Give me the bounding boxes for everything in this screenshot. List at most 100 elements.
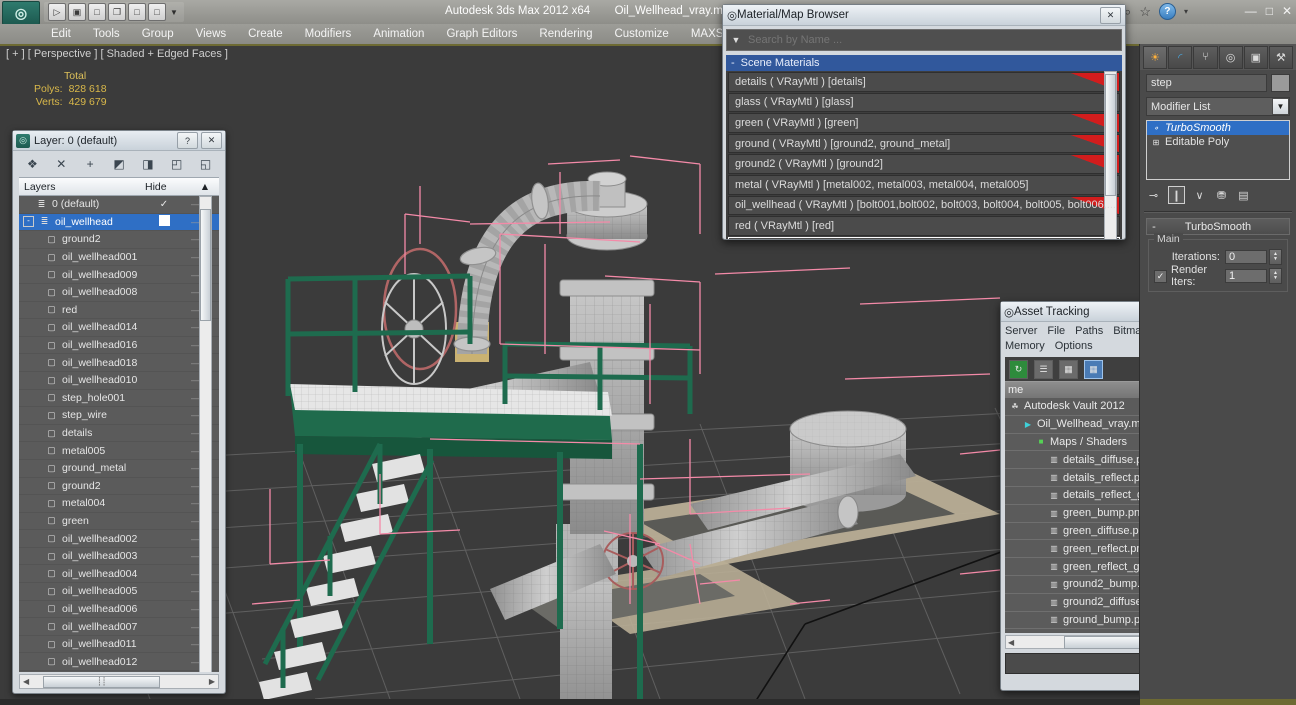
bitmap-view-icon[interactable]: ▦ <box>1059 359 1078 379</box>
menu-item-customize[interactable]: Customize <box>603 24 679 44</box>
modify-tab[interactable]: ◜ <box>1168 45 1193 69</box>
layer-row[interactable]: ▢oil_wellhead013—— <box>19 671 219 672</box>
layer-row[interactable]: ▢red—— <box>19 302 219 320</box>
layer-row[interactable]: ▢ground_metal—— <box>19 460 219 478</box>
layer-row[interactable]: ▢ground2—— <box>19 231 219 249</box>
layer-row[interactable]: ▢oil_wellhead002—— <box>19 530 219 548</box>
asset-menu-options[interactable]: Options <box>1055 340 1093 352</box>
material-row[interactable]: metal ( VRayMtl ) [metal002, metal003, m… <box>728 174 1120 195</box>
layer-active-checkbox[interactable] <box>149 214 179 229</box>
show-end-result-icon[interactable]: ❙ <box>1168 186 1185 204</box>
layer-row[interactable]: ▢oil_wellhead001—— <box>19 249 219 267</box>
remove-modifier-icon[interactable]: ⛃ <box>1214 187 1229 203</box>
iterations-spinner[interactable]: ▲ ▼ <box>1269 249 1282 265</box>
set-current-layer-icon[interactable]: ◰ <box>169 157 184 172</box>
group-expander-icon[interactable]: - <box>731 57 735 69</box>
project-folder-icon[interactable]: □ <box>148 3 166 21</box>
layer-row[interactable]: ▢details—— <box>19 425 219 443</box>
asset-menu-file[interactable]: File <box>1047 325 1065 337</box>
modifier-stack-toolbar[interactable]: ⊸ ❙ ∨ ⛃ ▤ <box>1146 184 1290 206</box>
search-input[interactable] <box>745 31 1121 49</box>
scroll-left-arrow-icon[interactable]: ◀ <box>1008 638 1014 647</box>
favorites-star-icon[interactable]: ☆ <box>1139 4 1151 20</box>
modifier-stack-row[interactable]: ⚬ TurboSmooth <box>1147 121 1289 135</box>
viewport-label[interactable]: [ + ] [ Perspective ] [ Shaded + Edged F… <box>6 48 228 60</box>
material-row[interactable]: green ( VRayMtl ) [green] <box>728 113 1120 133</box>
layer-toolbar[interactable]: ❖ ✕ + ◩ ◨ ◰ ◱ <box>13 151 225 177</box>
layer-row[interactable]: ▢oil_wellhead003—— <box>19 548 219 566</box>
asset-menu-paths[interactable]: Paths <box>1075 325 1103 337</box>
display-tab[interactable]: ▣ <box>1243 45 1268 69</box>
quick-access-customize-icon[interactable]: ▼ <box>168 4 180 20</box>
material-map-browser[interactable]: ◎ Material/Map Browser ✕ ▼ - Scene Mater… <box>722 4 1126 240</box>
material-row[interactable]: step ( VRayMtl ) [step, step_hole001, st… <box>728 236 1120 239</box>
layer-row[interactable]: ▢oil_wellhead008—— <box>19 284 219 302</box>
object-name-row[interactable]: step <box>1146 74 1290 92</box>
close-button[interactable]: ✕ <box>201 132 222 149</box>
refresh-icon[interactable]: ↻ <box>1009 359 1028 379</box>
menu-item-tools[interactable]: Tools <box>82 24 131 44</box>
help-dropdown-icon[interactable]: ▾ <box>1184 7 1188 16</box>
layer-row[interactable]: ▢oil_wellhead004—— <box>19 565 219 584</box>
utilities-tab[interactable]: ⚒ <box>1268 45 1294 69</box>
open-file-icon[interactable]: ▷ <box>48 3 66 21</box>
layer-row[interactable]: ▢oil_wellhead010—— <box>19 372 219 390</box>
scrollbar-thumb[interactable]: ┊┊ <box>43 675 161 688</box>
rollout-expander-icon[interactable]: - <box>1147 221 1161 233</box>
scroll-up-arrow-icon[interactable]: ▲ <box>191 181 219 193</box>
menu-item-animation[interactable]: Animation <box>362 24 435 44</box>
motion-tab[interactable]: ◎ <box>1218 45 1243 69</box>
layer-row[interactable]: ▢oil_wellhead011—— <box>19 636 219 654</box>
object-color-swatch[interactable] <box>1271 74 1290 92</box>
asset-menu-server[interactable]: Server <box>1005 325 1037 337</box>
chevron-down-icon[interactable]: ▼ <box>1272 98 1289 115</box>
layer-row[interactable]: ▢oil_wellhead009—— <box>19 266 219 284</box>
select-objects-in-layer-icon[interactable]: ◩ <box>112 157 127 172</box>
menu-item-views[interactable]: Views <box>185 24 237 44</box>
chevron-down-icon[interactable]: ▼ <box>727 35 745 45</box>
undo-icon[interactable]: □ <box>88 3 106 21</box>
layer-row[interactable]: ▢metal004—— <box>19 495 219 513</box>
add-selection-to-layer-icon[interactable]: + <box>83 157 98 172</box>
layer-horizontal-scrollbar[interactable]: ◀ ┊┊ ▶ <box>19 674 219 689</box>
layer-row[interactable]: ▢oil_wellhead018—— <box>19 354 219 372</box>
menu-item-graph-editors[interactable]: Graph Editors <box>435 24 528 44</box>
layer-active-checkbox[interactable]: ✓ <box>149 199 179 210</box>
material-list[interactable]: details ( VRayMtl ) [details] glass ( VRa… <box>726 71 1122 239</box>
material-row[interactable]: ground ( VRayMtl ) [ground2, ground_meta… <box>728 133 1120 154</box>
create-tab[interactable]: ☀ <box>1143 45 1168 69</box>
redo-icon[interactable]: ❐ <box>108 3 126 21</box>
save-file-icon[interactable]: ▣ <box>68 3 86 21</box>
layer-expander-icon[interactable]: - <box>23 216 34 228</box>
modifier-stack-row[interactable]: ⊞ Editable Poly <box>1147 135 1289 149</box>
hierarchy-tab[interactable]: ⑂ <box>1193 45 1218 69</box>
material-search-row[interactable]: ▼ <box>726 29 1122 51</box>
menu-item-rendering[interactable]: Rendering <box>528 24 603 44</box>
material-vertical-scrollbar[interactable] <box>1104 71 1117 239</box>
modifier-stack[interactable]: ⚬ TurboSmooth ⊞ Editable Poly <box>1146 120 1290 180</box>
iterations-row[interactable]: Iterations: 0 ▲ ▼ <box>1154 249 1282 265</box>
configure-modifier-sets-icon[interactable]: ▤ <box>1236 187 1251 203</box>
layer-dialog[interactable]: ◎ Layer: 0 (default) ? ✕ ❖ ✕ + ◩ ◨ ◰ ◱ Layers … <box>12 130 226 694</box>
menu-item-edit[interactable]: Edit <box>40 24 82 44</box>
layer-row[interactable]: ▢ground2—— <box>19 478 219 496</box>
scene-materials-group-header[interactable]: - Scene Materials <box>726 55 1122 71</box>
layer-list[interactable]: ≣0 (default)✓——-≣oil_wellhead——▢ground2—… <box>19 196 219 672</box>
command-panel[interactable]: ☀ ◜ ⑂ ◎ ▣ ⚒ step Modifier List ▼ ⚬ TurboSmooth… <box>1139 44 1296 705</box>
material-row[interactable]: glass ( VRayMtl ) [glass] <box>728 92 1120 113</box>
layer-row[interactable]: ▢oil_wellhead005—— <box>19 583 219 601</box>
modifier-list-dropdown[interactable]: Modifier List ▼ <box>1146 97 1290 116</box>
layer-row[interactable]: ▢oil_wellhead014—— <box>19 319 219 337</box>
scrollbar-thumb[interactable] <box>200 209 211 321</box>
layer-row[interactable]: ▢oil_wellhead006—— <box>19 601 219 619</box>
layer-row[interactable]: ▢metal005—— <box>19 442 219 460</box>
close-button[interactable]: ✕ <box>1100 6 1121 24</box>
scroll-left-arrow-icon[interactable]: ◀ <box>20 677 29 686</box>
command-panel-tabs[interactable]: ☀ ◜ ⑂ ◎ ▣ ⚒ <box>1140 44 1296 70</box>
make-unique-icon[interactable]: ∨ <box>1192 187 1207 203</box>
highlight-selected-objects-icon[interactable]: ◨ <box>140 157 155 172</box>
material-row[interactable]: oil_wellhead ( VRayMtl ) [bolt001,bolt00… <box>728 195 1120 216</box>
window-controls[interactable]: — □ ✕ <box>1245 4 1292 18</box>
help-button[interactable]: ? <box>177 132 198 149</box>
iterations-field[interactable]: 0 <box>1225 250 1267 264</box>
